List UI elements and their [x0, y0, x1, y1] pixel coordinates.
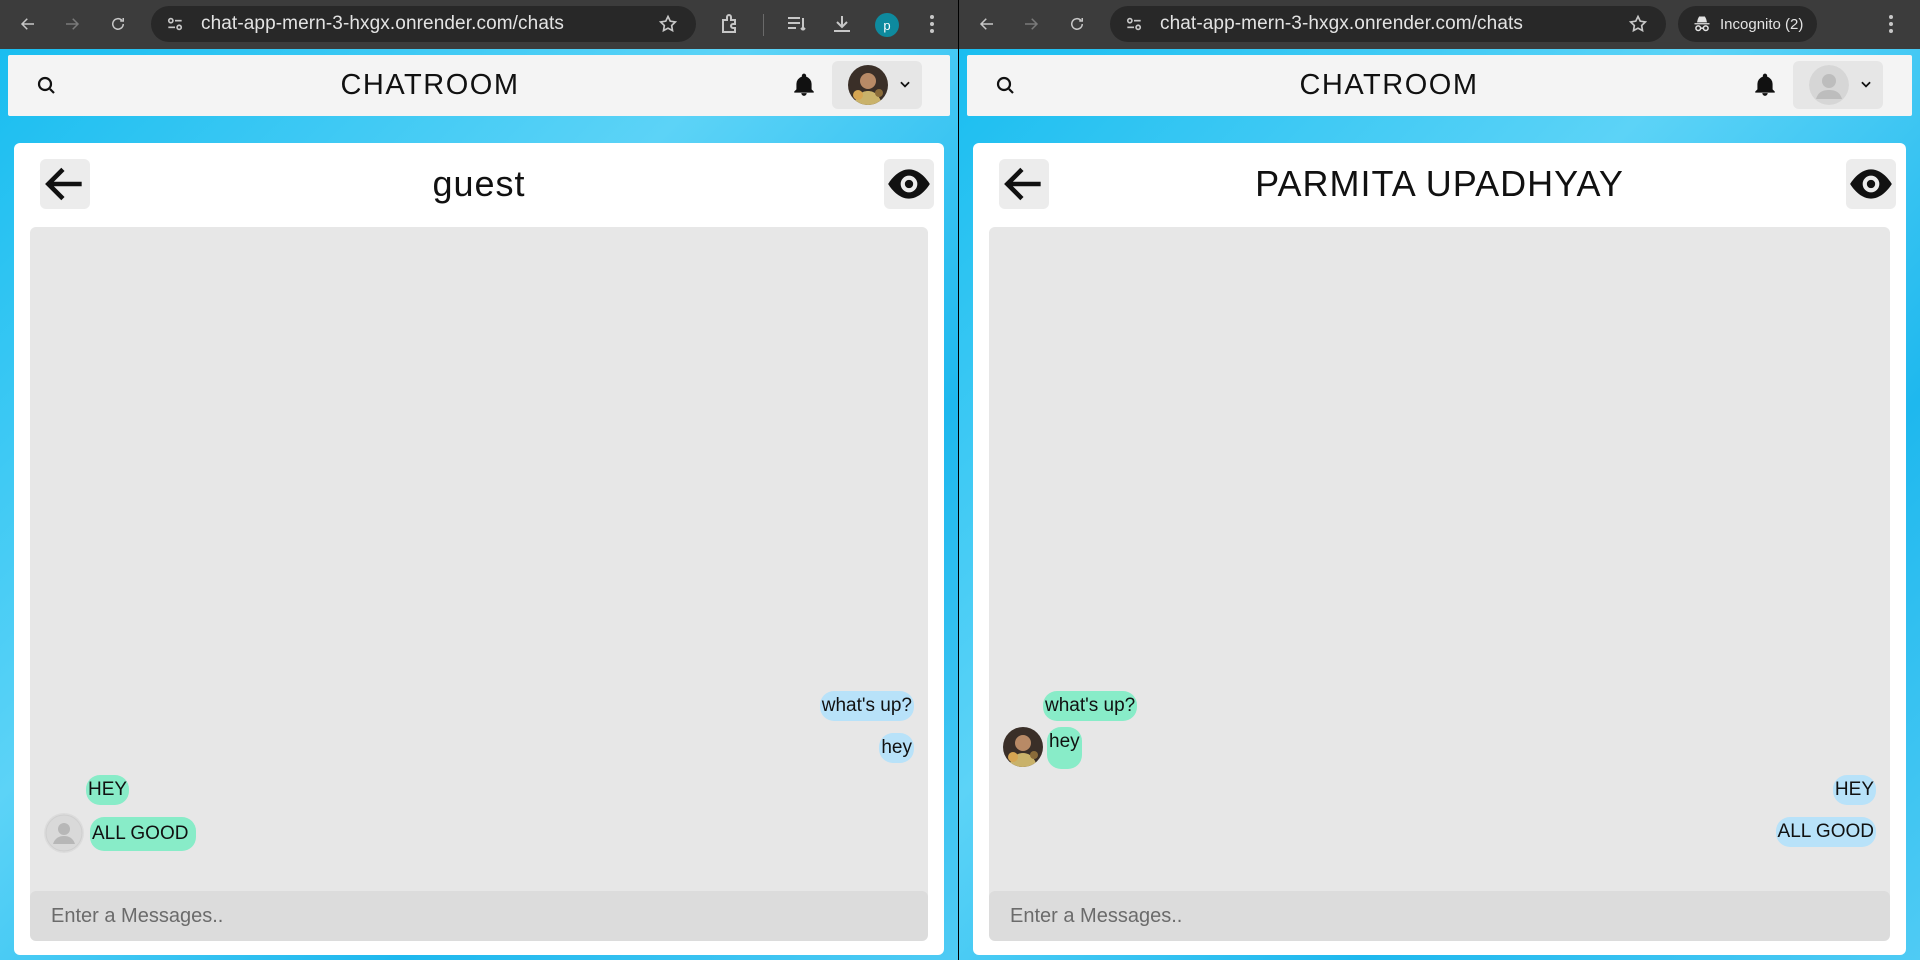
reload-icon[interactable] [96, 4, 140, 44]
chat-card: guest what's up? hey HEY ALL GOOD [14, 143, 944, 955]
user-profile-menu[interactable] [1793, 61, 1883, 109]
chat-page: CHATROOM guest what's up? hey HEY ALL GO… [0, 49, 958, 960]
browser-menu-icon[interactable] [1879, 12, 1903, 36]
message-bubble: ALL GOOD [1775, 817, 1876, 847]
chevron-down-icon [898, 77, 912, 91]
incognito-label: Incognito (2) [1720, 15, 1804, 33]
browser-menu-icon[interactable] [920, 12, 944, 36]
bookmark-star-icon[interactable] [658, 14, 678, 34]
message-bubble: HEY [86, 775, 130, 805]
browser-profile-avatar[interactable]: p [875, 13, 899, 37]
forward-nav-icon[interactable] [50, 4, 94, 44]
view-profile-eye-button[interactable] [1846, 159, 1896, 209]
message-bubble: hey [879, 733, 914, 763]
chat-title: PARMITA UPADHYAY [1255, 163, 1624, 204]
sender-avatar-photo [1003, 727, 1043, 767]
message-bubble: hey [1047, 727, 1082, 769]
notification-bell-icon[interactable] [791, 72, 817, 98]
browser-toolbar: chat-app-mern-3-hxgx.onrender.com/chats … [0, 0, 958, 49]
user-avatar-photo [848, 65, 888, 105]
url-text: chat-app-mern-3-hxgx.onrender.com/chats [1160, 13, 1523, 34]
app-title: CHATROOM [340, 69, 520, 101]
view-profile-eye-button[interactable] [884, 159, 934, 209]
message-bubble: what's up? [819, 691, 914, 721]
app-title: CHATROOM [1299, 69, 1479, 101]
app-header: CHATROOM [8, 55, 950, 116]
message-list: what's up? hey HEY ALL GOOD [989, 227, 1890, 933]
reload-icon[interactable] [1055, 4, 1099, 44]
incognito-indicator[interactable]: Incognito (2) [1678, 6, 1818, 42]
back-nav-icon[interactable] [6, 4, 50, 44]
forward-nav-icon[interactable] [1009, 4, 1053, 44]
reading-list-icon[interactable] [785, 12, 809, 36]
message-bubble: what's up? [1043, 691, 1138, 721]
back-nav-icon[interactable] [965, 4, 1009, 44]
incognito-icon [1694, 16, 1710, 32]
message-list: what's up? hey HEY ALL GOOD [30, 227, 928, 933]
chevron-down-icon [1859, 77, 1873, 91]
left-browser-window: chat-app-mern-3-hxgx.onrender.com/chats … [0, 0, 959, 960]
message-input[interactable] [989, 891, 1890, 941]
bookmark-star-icon[interactable] [1628, 14, 1648, 34]
notification-bell-icon[interactable] [1752, 72, 1778, 98]
address-bar[interactable]: chat-app-mern-3-hxgx.onrender.com/chats [151, 6, 696, 42]
screen: chat-app-mern-3-hxgx.onrender.com/chats … [0, 0, 1920, 960]
download-icon[interactable] [830, 12, 854, 36]
default-user-icon [1809, 65, 1849, 105]
extensions-icon[interactable] [719, 12, 743, 36]
chat-card: PARMITA UPADHYAY what's up? hey HEY ALL … [973, 143, 1906, 955]
chat-title: guest [432, 163, 526, 204]
browser-toolbar: chat-app-mern-3-hxgx.onrender.com/chats … [959, 0, 1920, 49]
default-user-icon [44, 813, 84, 853]
right-browser-window: chat-app-mern-3-hxgx.onrender.com/chats … [959, 0, 1920, 960]
site-settings-icon[interactable] [165, 14, 185, 34]
address-bar[interactable]: chat-app-mern-3-hxgx.onrender.com/chats [1110, 6, 1666, 42]
site-settings-icon[interactable] [1124, 14, 1144, 34]
url-text: chat-app-mern-3-hxgx.onrender.com/chats [201, 13, 564, 34]
message-input[interactable] [30, 891, 928, 941]
message-bubble: HEY [1832, 775, 1876, 805]
user-profile-menu[interactable] [832, 61, 922, 109]
message-bubble: ALL GOOD [90, 817, 197, 851]
chat-page: CHATROOM PARMITA UPADHYAY what's up? hey… [959, 49, 1920, 960]
app-header: CHATROOM [967, 55, 1912, 116]
